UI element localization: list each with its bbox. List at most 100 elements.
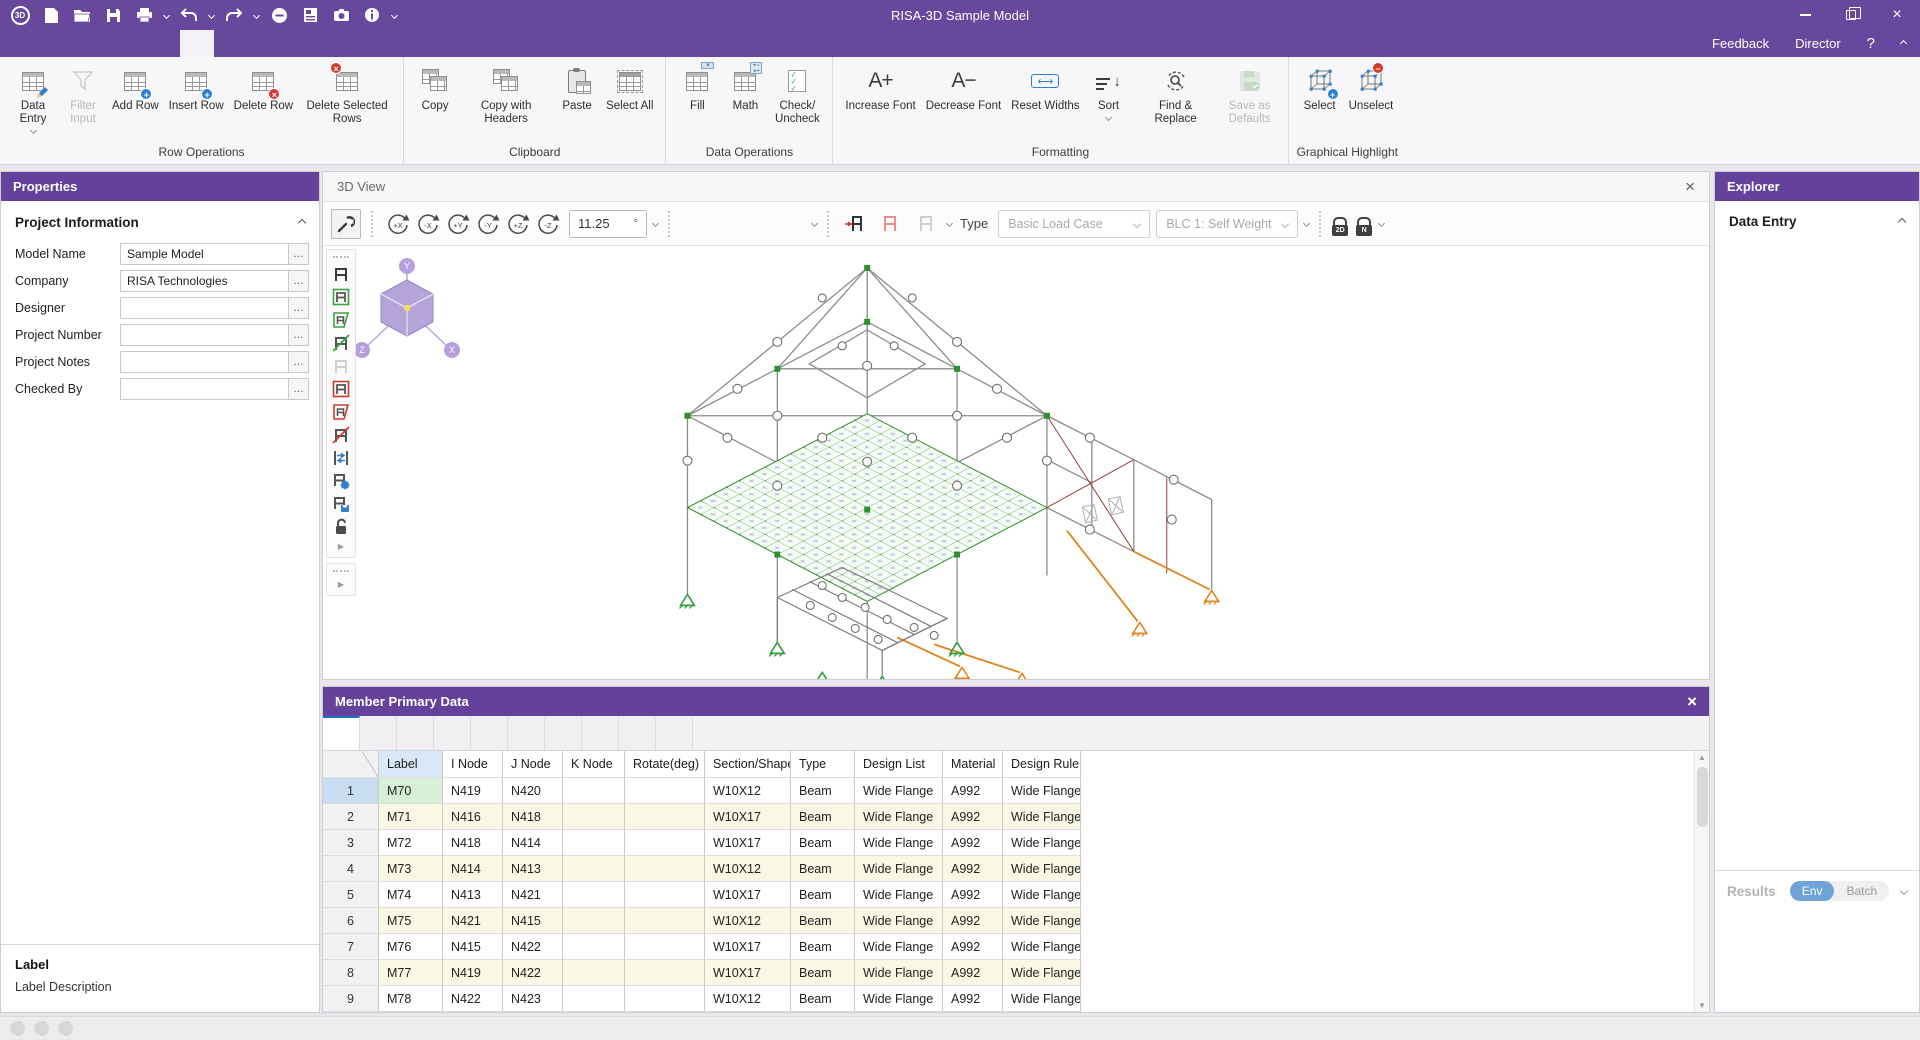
copy-with-headers-button[interactable]: Copy with Headers [460, 63, 552, 129]
cell-jnode[interactable]: N415 [503, 908, 563, 934]
cell-material[interactable]: A992 [943, 830, 1003, 856]
member-spacing-icon[interactable] [329, 446, 353, 469]
member-save-icon[interactable] [329, 492, 353, 515]
math-button[interactable]: +−×÷ Math [722, 63, 768, 116]
toolbar-expand-arrow[interactable]: ▶ [329, 576, 353, 592]
cell-material[interactable]: A992 [943, 856, 1003, 882]
collapse-data-entry-icon[interactable] [1898, 217, 1906, 225]
cell-section[interactable]: W10X12 [705, 856, 791, 882]
box-unselect-members-icon[interactable] [329, 377, 353, 400]
property-input[interactable] [120, 270, 289, 292]
scroll-up-icon[interactable]: ▲ [1698, 753, 1706, 762]
cell-inode[interactable]: N413 [443, 882, 503, 908]
angle-dropdown-icon[interactable] [652, 220, 659, 227]
lock-2d-button[interactable]: 2D [1331, 211, 1349, 236]
explorer-item[interactable] [1715, 446, 1919, 472]
check-uncheck-button[interactable]: ✓✓✓ Check/ Uncheck [770, 63, 824, 129]
cell-knode[interactable] [563, 804, 625, 830]
collapse-ribbon-icon[interactable] [1900, 40, 1907, 47]
add-row-button[interactable]: + Add Row [108, 63, 163, 116]
row-number[interactable]: 1 [323, 778, 379, 804]
select-button[interactable]: + Select [1297, 63, 1343, 116]
scroll-down-icon[interactable]: ▼ [1698, 1001, 1706, 1010]
table-scrollbar[interactable]: ▲ ▼ [1694, 751, 1709, 1012]
property-more-button[interactable] [289, 297, 309, 319]
print-dropdown-icon[interactable] [163, 11, 170, 18]
minimize-button[interactable] [1782, 0, 1828, 30]
unselect-button[interactable]: − Unselect [1345, 63, 1398, 116]
fill-button[interactable]: × Fill [674, 63, 720, 116]
explorer-item[interactable] [1715, 524, 1919, 550]
cell-section[interactable]: W10X17 [705, 934, 791, 960]
director-link[interactable]: Director [1795, 36, 1841, 51]
reset-widths-button[interactable]: ⟷ Reset Widths [1007, 63, 1083, 116]
row-number[interactable]: 4 [323, 856, 379, 882]
cell-material[interactable]: A992 [943, 986, 1003, 1012]
explorer-item[interactable] [1715, 602, 1919, 628]
explorer-item[interactable] [1715, 836, 1919, 862]
row-number[interactable]: 7 [323, 934, 379, 960]
rotate-button[interactable]: -Y [473, 209, 503, 239]
report-icon[interactable] [299, 4, 321, 26]
cell-inode[interactable]: N419 [443, 778, 503, 804]
cell-design-list[interactable]: Wide Flange [855, 882, 943, 908]
explorer-item[interactable] [1715, 342, 1919, 368]
spreadsheet-close-icon[interactable]: × [1687, 693, 1697, 710]
data-entry-button[interactable]: Data Entry [8, 63, 58, 136]
cell-label[interactable]: M71 [379, 804, 443, 830]
cell-knode[interactable] [563, 986, 625, 1012]
menu-tab[interactable] [248, 30, 282, 57]
table-row[interactable]: 8 M77 N419 N422 W10X17 Beam Wide Flange … [323, 960, 1709, 986]
cell-knode[interactable] [563, 960, 625, 986]
cell-jnode[interactable]: N418 [503, 804, 563, 830]
close-button[interactable]: × [1874, 0, 1920, 30]
cell-material[interactable]: A992 [943, 778, 1003, 804]
new-file-icon[interactable] [40, 4, 62, 26]
spreadsheet-tab[interactable] [545, 716, 582, 750]
table-row[interactable]: 3 M72 N418 N414 W10X17 Beam Wide Flange … [323, 830, 1709, 856]
cell-jnode[interactable]: N422 [503, 934, 563, 960]
find-replace-button[interactable]: Find & Replace [1134, 63, 1218, 129]
spreadsheet-tab[interactable] [656, 716, 693, 750]
cell-rotate[interactable] [625, 908, 705, 934]
cell-section[interactable]: W10X12 [705, 908, 791, 934]
explorer-item[interactable] [1715, 316, 1919, 342]
cell-inode[interactable]: N416 [443, 804, 503, 830]
rotation-angle-field[interactable]: ° [569, 210, 647, 238]
collapse-section-icon[interactable] [298, 218, 306, 226]
cell-rotate[interactable] [625, 778, 705, 804]
rotate-button[interactable]: -Z [533, 209, 563, 239]
cell-section[interactable]: W10X17 [705, 804, 791, 830]
view-preset-button[interactable] [734, 209, 752, 239]
cell-rotate[interactable] [625, 882, 705, 908]
env-toggle[interactable]: Env [1790, 881, 1835, 901]
insert-row-button[interactable]: + Insert Row [165, 63, 228, 116]
menu-tab[interactable] [78, 30, 112, 57]
views-dropdown-icon[interactable] [811, 220, 818, 227]
view-settings-button[interactable] [331, 209, 361, 239]
rotate-button[interactable]: +Y [443, 209, 473, 239]
cell-inode[interactable]: N422 [443, 986, 503, 1012]
open-icon[interactable] [71, 4, 93, 26]
cell-design-rule[interactable]: Wide Flange [1003, 856, 1081, 882]
cell-design-list[interactable]: Wide Flange [855, 856, 943, 882]
cell-jnode[interactable]: N420 [503, 778, 563, 804]
explorer-item[interactable] [1715, 654, 1919, 680]
info-icon[interactable] [361, 4, 383, 26]
spreadsheet-tab[interactable] [397, 716, 434, 750]
explorer-item[interactable] [1715, 238, 1919, 264]
cell-design-rule[interactable]: Wide Flange [1003, 882, 1081, 908]
member-draw-icon[interactable] [329, 262, 353, 285]
snapshot-icon[interactable] [330, 4, 352, 26]
toolbar-expand-arrow[interactable]: ▶ [329, 538, 353, 554]
cell-label[interactable]: M74 [379, 882, 443, 908]
sort-button[interactable]: ↓ Sort [1086, 63, 1132, 123]
cell-label[interactable]: M77 [379, 960, 443, 986]
cell-design-list[interactable]: Wide Flange [855, 908, 943, 934]
scroll-thumb[interactable] [1697, 767, 1708, 827]
increase-font-button[interactable]: A+ Increase Font [841, 63, 919, 116]
line-select-members-icon[interactable] [329, 331, 353, 354]
cell-type[interactable]: Beam [791, 804, 855, 830]
table-row[interactable]: 5 M74 N413 N421 W10X17 Beam Wide Flange … [323, 882, 1709, 908]
cell-knode[interactable] [563, 934, 625, 960]
